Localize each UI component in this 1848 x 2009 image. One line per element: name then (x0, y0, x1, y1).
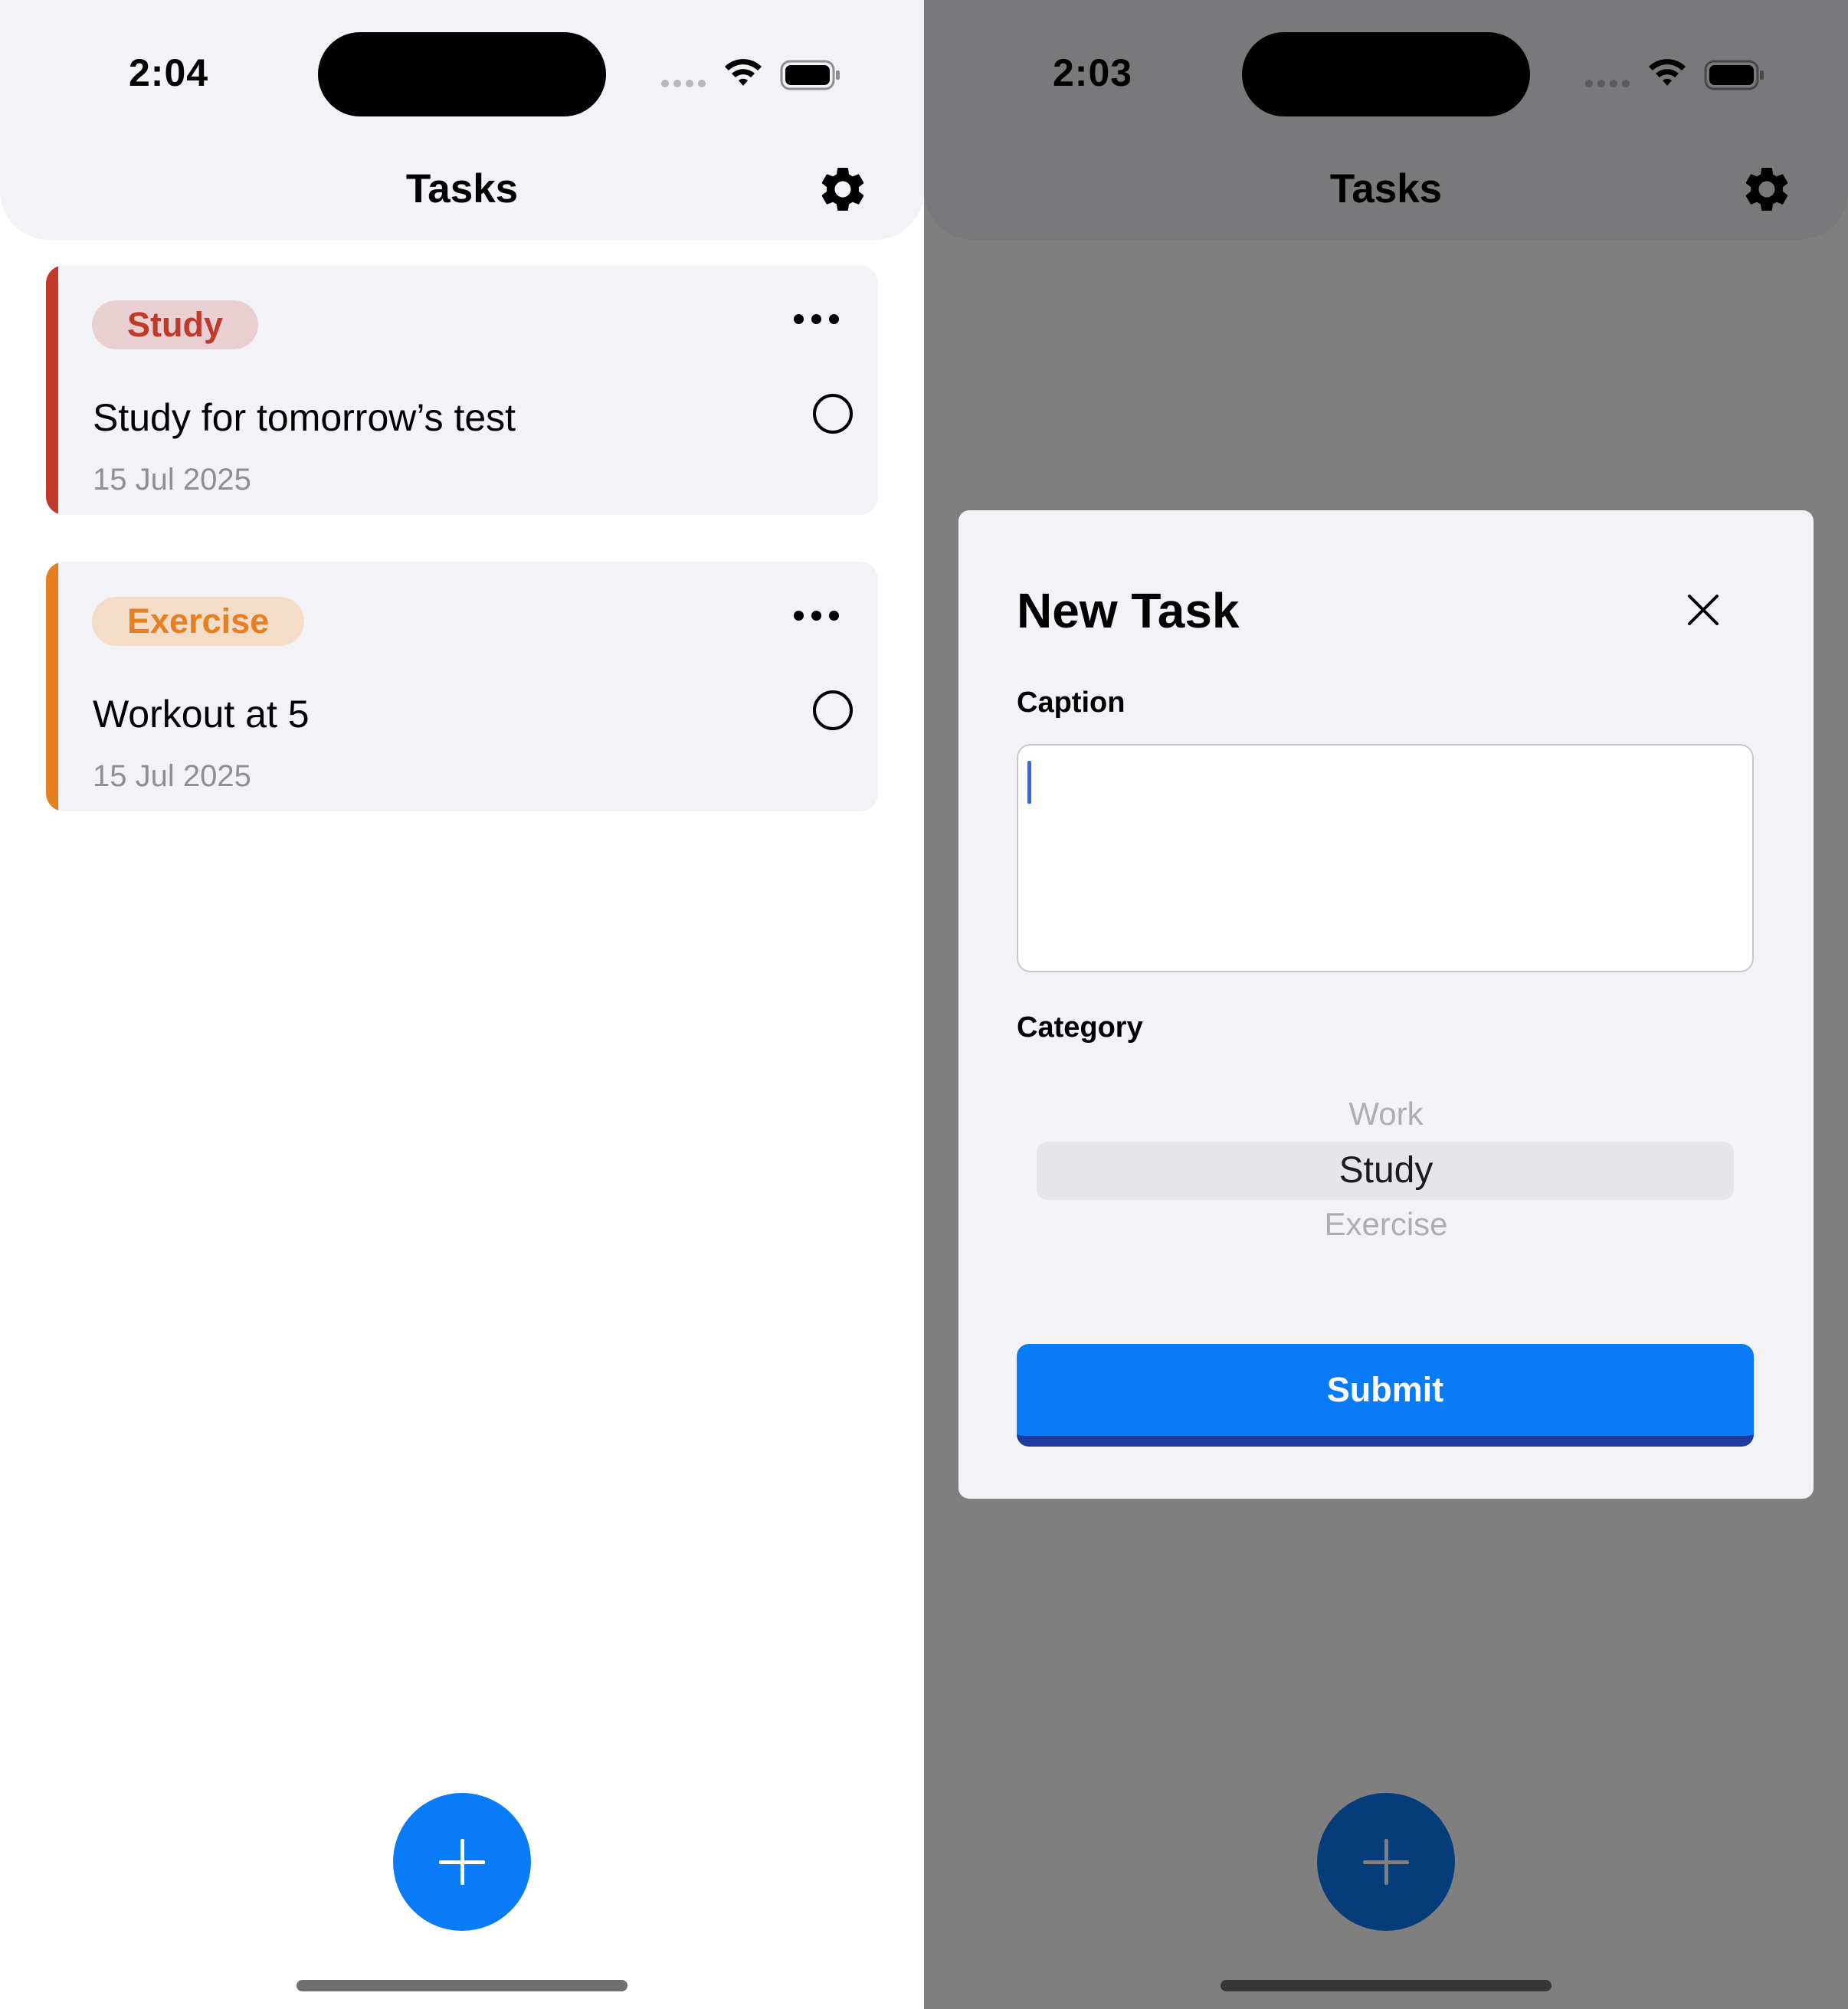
cellular-signal-icon (661, 80, 707, 87)
task-title: Workout at 5 (93, 693, 310, 736)
category-stripe (46, 265, 58, 515)
picker-option-study[interactable]: Study (958, 1149, 1814, 1191)
task-date: 15 Jul 2025 (93, 759, 251, 793)
dialog-title: New Task (1017, 583, 1240, 638)
task-list-screen: 2:04 Tasks Study Study for tomorrow’s te… (0, 0, 924, 2009)
new-task-dialog: New Task Caption Category Work Study Exe… (958, 510, 1814, 1499)
battery-icon (780, 60, 840, 90)
task-title: Study for tomorrow’s test (93, 396, 516, 439)
caption-label: Caption (1017, 687, 1126, 719)
settings-gear-icon[interactable] (816, 162, 870, 216)
picker-option-exercise[interactable]: Exercise (958, 1206, 1814, 1241)
text-cursor (1027, 761, 1031, 804)
task-card[interactable]: Study Study for tomorrow’s test 15 Jul 2… (46, 265, 878, 515)
task-date: 15 Jul 2025 (93, 463, 251, 497)
caption-input[interactable] (1017, 744, 1754, 972)
more-horizontal-icon[interactable] (794, 611, 840, 621)
category-chip: Exercise (92, 597, 305, 646)
add-task-button[interactable] (393, 1793, 531, 1931)
new-task-screen: 2:03 Tasks New Task Caption (924, 0, 1848, 2009)
task-card[interactable]: Exercise Workout at 5 15 Jul 2025 (46, 562, 878, 811)
nav-header: 2:04 Tasks (0, 0, 924, 240)
more-horizontal-icon[interactable] (794, 314, 840, 325)
page-title: Tasks (405, 166, 519, 211)
submit-button[interactable]: Submit (1017, 1344, 1754, 1447)
category-label: Category (1017, 1011, 1143, 1044)
status-time: 2:04 (129, 51, 209, 94)
plus-icon-stroke (460, 1839, 464, 1885)
close-icon[interactable] (1683, 590, 1723, 630)
home-indicator (297, 1980, 627, 1991)
picker-option-work[interactable]: Work (958, 1096, 1814, 1132)
dynamic-island (318, 32, 606, 116)
category-stripe (46, 562, 58, 811)
category-chip: Study (92, 300, 259, 349)
circle-check-icon[interactable] (813, 394, 853, 434)
wifi-icon (725, 59, 762, 86)
circle-check-icon[interactable] (813, 690, 853, 730)
